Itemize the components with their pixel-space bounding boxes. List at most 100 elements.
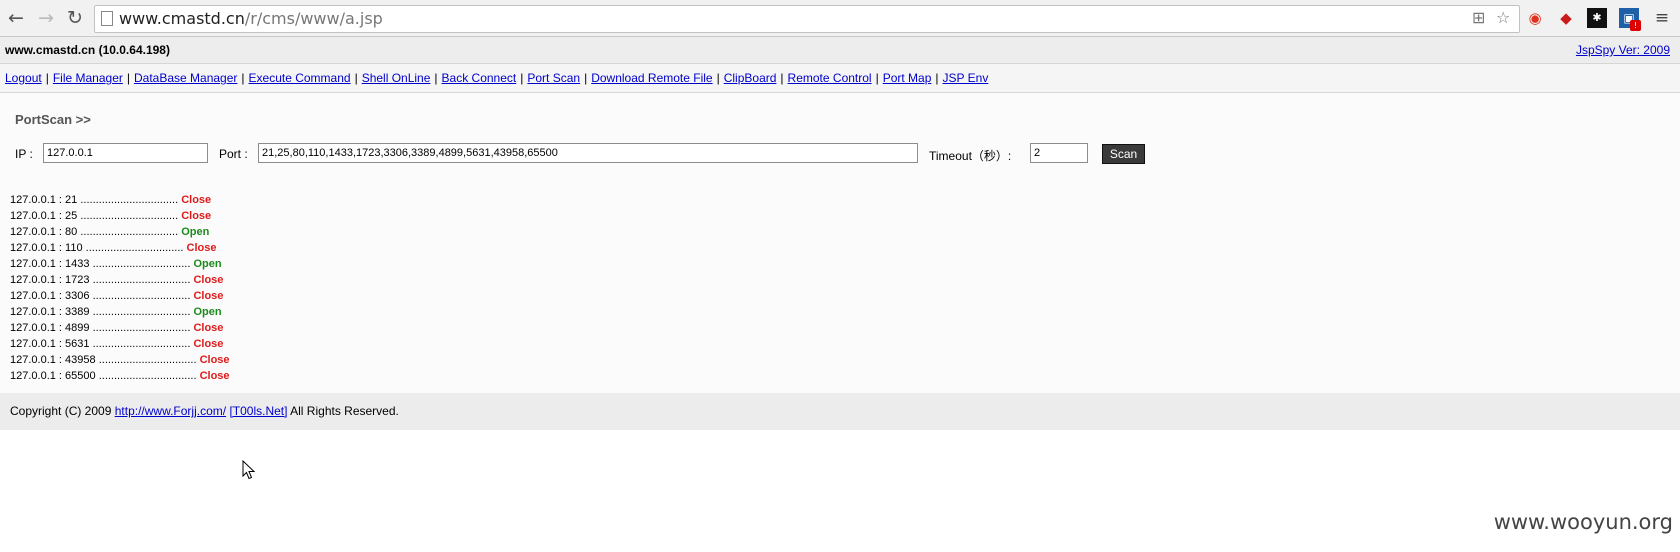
menu-file-manager[interactable]: File Manager: [53, 71, 123, 85]
menu-shell-online[interactable]: Shell OnLine: [362, 71, 431, 85]
result-target: 127.0.0.1 : 1723: [10, 274, 90, 286]
section-title: PortScan >>: [15, 112, 91, 127]
extension-diamond-icon[interactable]: ◆: [1556, 8, 1576, 28]
result-row: 127.0.0.1 : 3306 .......................…: [10, 288, 230, 304]
url-host: www.cmastd.cn: [119, 9, 245, 28]
host-label: www.cmastd.cn (10.0.64.198): [5, 43, 170, 57]
address-bar[interactable]: www.cmastd.cn/r/cms/www/a.jsp ⊞ ☆: [94, 5, 1520, 33]
result-target: 127.0.0.1 : 110: [10, 242, 83, 254]
result-target: 127.0.0.1 : 3389: [10, 306, 90, 318]
mouse-cursor-icon: [242, 460, 256, 480]
result-status: Close: [193, 274, 224, 286]
menu-separator: |: [584, 71, 588, 85]
forjj-link[interactable]: http://www.Forjj.com/: [115, 404, 226, 418]
scan-button[interactable]: Scan: [1102, 144, 1145, 164]
result-dots: ................................: [92, 338, 191, 350]
result-row: 127.0.0.1 : 25 .........................…: [10, 208, 230, 224]
menu-database-manager[interactable]: DataBase Manager: [134, 71, 237, 85]
timeout-input[interactable]: 2: [1030, 143, 1088, 163]
menu-jsp-env[interactable]: JSP Env: [943, 71, 989, 85]
menu-clipboard[interactable]: ClipBoard: [724, 71, 777, 85]
result-status: Open: [193, 258, 222, 270]
menu-separator: |: [716, 71, 720, 85]
result-dots: ................................: [92, 258, 191, 270]
menu-separator: |: [241, 71, 245, 85]
result-row: 127.0.0.1 : 110 ........................…: [10, 240, 230, 256]
menu-separator: |: [875, 71, 879, 85]
bookmark-star-icon[interactable]: ☆: [1496, 8, 1510, 27]
browser-toolbar: ← → ↻ www.cmastd.cn/r/cms/www/a.jsp ⊞ ☆ …: [0, 0, 1680, 37]
extension-badge-icon: !: [1630, 20, 1641, 31]
result-dots: ................................: [92, 290, 191, 302]
result-row: 127.0.0.1 : 5631 .......................…: [10, 336, 230, 352]
menu-separator: |: [780, 71, 784, 85]
result-status: Close: [193, 322, 224, 334]
extension-dark-icon[interactable]: ✱: [1587, 8, 1607, 28]
result-dots: ................................: [98, 370, 197, 382]
footer-text: Copyright (C) 2009 http://www.Forjj.com/…: [10, 404, 399, 418]
menu-bar: Logout | File Manager | DataBase Manager | Exe…: [0, 64, 1680, 93]
result-target: 127.0.0.1 : 1433: [10, 258, 90, 270]
footer: Copyright (C) 2009 http://www.Forjj.com/…: [0, 393, 1680, 430]
result-row: 127.0.0.1 : 3389 .......................…: [10, 304, 230, 320]
menu-separator: |: [45, 71, 49, 85]
translate-icon[interactable]: ⊞: [1472, 8, 1485, 27]
result-dots: ................................: [92, 274, 191, 286]
ip-input[interactable]: 127.0.0.1: [43, 143, 208, 163]
result-status: Open: [181, 226, 210, 238]
portscan-panel: PortScan >> IP : 127.0.0.1 Port : 21,25,…: [0, 93, 1680, 393]
result-dots: ................................: [80, 194, 179, 206]
version-link[interactable]: JspSpy Ver: 2009: [1576, 43, 1670, 57]
result-row: 127.0.0.1 : 80 .........................…: [10, 224, 230, 240]
result-row: 127.0.0.1 : 1723 .......................…: [10, 272, 230, 288]
url-text[interactable]: www.cmastd.cn/r/cms/www/a.jsp: [119, 9, 383, 28]
scan-results: 127.0.0.1 : 21 .........................…: [10, 192, 230, 384]
extension-blue-icon[interactable]: ▣!: [1619, 8, 1641, 31]
result-row: 127.0.0.1 : 1433 .......................…: [10, 256, 230, 272]
menu-separator: |: [434, 71, 438, 85]
result-row: 127.0.0.1 : 4899 .......................…: [10, 320, 230, 336]
result-status: Close: [199, 370, 230, 382]
result-target: 127.0.0.1 : 43958: [10, 354, 96, 366]
result-target: 127.0.0.1 : 21: [10, 194, 78, 206]
forward-icon[interactable]: →: [34, 6, 58, 30]
result-status: Close: [181, 194, 212, 206]
result-dots: ................................: [92, 322, 191, 334]
result-target: 127.0.0.1 : 3306: [10, 290, 90, 302]
result-status: Close: [199, 354, 230, 366]
result-target: 127.0.0.1 : 65500: [10, 370, 96, 382]
copyright-text: Copyright (C) 2009: [10, 404, 112, 418]
menu-execute-command[interactable]: Execute Command: [249, 71, 351, 85]
tools-link[interactable]: [T00ls.Net]: [229, 404, 287, 418]
result-dots: ................................: [85, 242, 184, 254]
port-label: Port :: [219, 147, 248, 161]
page-icon: [101, 11, 113, 26]
menu-links: Logout | File Manager | DataBase Manager | Exe…: [5, 71, 988, 85]
reload-icon[interactable]: ↻: [63, 6, 87, 30]
result-row: 127.0.0.1 : 21 .........................…: [10, 192, 230, 208]
menu-logout[interactable]: Logout: [5, 71, 42, 85]
port-input[interactable]: 21,25,80,110,1433,1723,3306,3389,4899,56…: [258, 143, 918, 163]
result-row: 127.0.0.1 : 65500 ......................…: [10, 368, 230, 384]
menu-separator: |: [354, 71, 358, 85]
result-target: 127.0.0.1 : 5631: [10, 338, 90, 350]
menu-icon[interactable]: ≡: [1652, 8, 1672, 28]
ip-label: IP :: [15, 147, 33, 161]
menu-download-remote-file[interactable]: Download Remote File: [591, 71, 712, 85]
menu-port-scan[interactable]: Port Scan: [527, 71, 580, 85]
menu-port-map[interactable]: Port Map: [883, 71, 932, 85]
result-dots: ................................: [92, 306, 191, 318]
result-dots: ................................: [80, 210, 179, 222]
result-status: Close: [181, 210, 212, 222]
menu-remote-control[interactable]: Remote Control: [788, 71, 872, 85]
back-icon[interactable]: ←: [4, 6, 28, 30]
menu-back-connect[interactable]: Back Connect: [442, 71, 517, 85]
result-status: Close: [193, 338, 224, 350]
extension-search-icon[interactable]: ◉: [1525, 8, 1545, 28]
menu-separator: |: [126, 71, 130, 85]
timeout-label: Timeout（秒）:: [929, 149, 1012, 163]
result-status: Close: [193, 290, 224, 302]
host-bar: www.cmastd.cn (10.0.64.198) JspSpy Ver: …: [0, 37, 1680, 64]
menu-separator: |: [935, 71, 939, 85]
result-target: 127.0.0.1 : 4899: [10, 322, 90, 334]
